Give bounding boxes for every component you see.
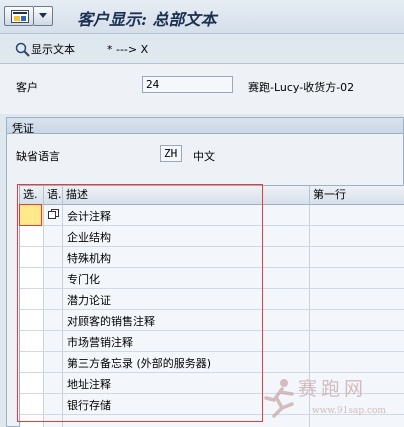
row-description-cell: 会计注释 bbox=[63, 205, 310, 225]
column-header-first-line[interactable]: 第一行 bbox=[310, 186, 404, 205]
row-first-line-cell[interactable] bbox=[310, 226, 404, 246]
table-row[interactable]: 潜力论证 bbox=[20, 289, 404, 310]
row-select-cell[interactable] bbox=[20, 289, 44, 309]
row-select-cell[interactable] bbox=[20, 352, 44, 372]
row-select-cell[interactable] bbox=[20, 247, 44, 267]
row-first-line-cell[interactable] bbox=[310, 310, 404, 330]
menu-icon bbox=[11, 10, 29, 23]
default-language-name: 中文 bbox=[193, 150, 215, 163]
table-row[interactable]: 第三方备忘录 (外部的服务器) bbox=[20, 352, 404, 373]
table-row[interactable]: 市场营销注释 bbox=[20, 331, 404, 352]
row-select-cell[interactable] bbox=[20, 268, 44, 288]
chevron-down-icon bbox=[39, 13, 47, 18]
row-first-line-cell[interactable] bbox=[310, 205, 404, 225]
row-select-cell[interactable] bbox=[20, 310, 44, 330]
row-description: 潜力论证 bbox=[67, 294, 111, 307]
row-description: 市场营销注释 bbox=[67, 336, 133, 349]
row-language-cell[interactable] bbox=[44, 331, 63, 351]
menu-dropdown-button[interactable] bbox=[34, 6, 53, 26]
window-title: 客户显示: 总部文本 bbox=[77, 10, 217, 29]
display-text-button[interactable]: 显示文本 bbox=[15, 41, 75, 57]
table-header: 选. 语. 描述 第一行 bbox=[20, 186, 404, 205]
row-select-cell[interactable] bbox=[20, 226, 44, 246]
watermark-url: www.91sap.com bbox=[312, 406, 386, 416]
row-language-cell[interactable] bbox=[44, 394, 63, 414]
row-language-cell[interactable] bbox=[44, 268, 63, 288]
row-language-cell[interactable] bbox=[44, 289, 63, 309]
row-description-cell: 对顾客的销售注释 bbox=[63, 310, 310, 330]
row-description-cell: 市场营销注释 bbox=[63, 331, 310, 351]
row-language-cell[interactable] bbox=[44, 226, 63, 246]
column-header-select[interactable]: 选. bbox=[20, 186, 44, 205]
row-description: 企业结构 bbox=[67, 231, 111, 244]
row-description: 特殊机构 bbox=[67, 252, 111, 265]
table-row[interactable]: 特殊机构 bbox=[20, 247, 404, 268]
column-header-description[interactable]: 描述 bbox=[63, 186, 310, 205]
row-language-cell[interactable] bbox=[44, 373, 63, 393]
row-select-cell[interactable] bbox=[20, 331, 44, 351]
row-description-cell: 潜力论证 bbox=[63, 289, 310, 309]
menu-button[interactable] bbox=[4, 6, 34, 26]
copy-icon[interactable] bbox=[48, 209, 59, 219]
row-select-cell[interactable] bbox=[20, 394, 44, 414]
customer-name: 赛跑-Lucy-收货方-02 bbox=[248, 81, 355, 94]
row-first-line-cell[interactable] bbox=[310, 247, 404, 267]
row-description: 对顾客的销售注释 bbox=[67, 315, 155, 328]
row-description: 银行存储 bbox=[67, 399, 111, 412]
row-language-cell[interactable] bbox=[44, 415, 63, 427]
row-select-cell[interactable] bbox=[20, 373, 44, 393]
row-description: 第三方备忘录 (外部的服务器) bbox=[67, 357, 212, 370]
watermark: 赛跑网 www.91sap.com bbox=[262, 372, 404, 427]
customer-field[interactable]: 24 bbox=[142, 76, 233, 93]
row-description: 会计注释 bbox=[67, 210, 111, 223]
row-description-cell: 企业结构 bbox=[63, 226, 310, 246]
arrow-label: * ---> X bbox=[107, 42, 149, 56]
row-language-cell[interactable] bbox=[44, 247, 63, 267]
table-row[interactable]: 企业结构 bbox=[20, 226, 404, 247]
display-text-label: 显示文本 bbox=[31, 43, 75, 56]
row-language-cell[interactable] bbox=[44, 310, 63, 330]
display-icon bbox=[15, 42, 30, 57]
runner-logo-icon bbox=[264, 379, 294, 418]
watermark-text: 赛跑网 bbox=[298, 378, 368, 400]
default-language-label: 缺省语言 bbox=[16, 150, 60, 163]
row-language-cell[interactable] bbox=[44, 205, 63, 225]
title-bar: 客户显示: 总部文本 bbox=[0, 0, 404, 34]
row-description-cell: 特殊机构 bbox=[63, 247, 310, 267]
row-first-line-cell[interactable] bbox=[310, 289, 404, 309]
customer-label: 客户 bbox=[16, 81, 38, 94]
table-row[interactable]: 对顾客的销售注释 bbox=[20, 310, 404, 331]
application-toolbar: 显示文本 * ---> X bbox=[0, 34, 404, 64]
arrow-button[interactable]: * ---> X bbox=[107, 41, 148, 57]
table-row[interactable]: 会计注释 bbox=[20, 205, 404, 226]
row-description-cell: 第三方备忘录 (外部的服务器) bbox=[63, 352, 310, 372]
row-select-cell[interactable] bbox=[20, 415, 44, 427]
table-row[interactable]: 专门化 bbox=[20, 268, 404, 289]
voucher-group-header: 凭证 bbox=[7, 118, 403, 135]
column-header-language[interactable]: 语. bbox=[44, 186, 63, 205]
row-first-line-cell[interactable] bbox=[310, 331, 404, 351]
row-first-line-cell[interactable] bbox=[310, 268, 404, 288]
row-language-cell[interactable] bbox=[44, 352, 63, 372]
row-description: 专门化 bbox=[67, 273, 100, 286]
row-first-line-cell[interactable] bbox=[310, 352, 404, 372]
default-language-field[interactable]: ZH bbox=[160, 145, 182, 162]
row-select-cell[interactable] bbox=[20, 205, 44, 225]
voucher-group-title: 凭证 bbox=[12, 122, 34, 135]
customer-header: 客户 24 赛跑-Lucy-收货方-02 bbox=[0, 64, 404, 114]
row-description: 地址注释 bbox=[67, 378, 111, 391]
row-description-cell: 专门化 bbox=[63, 268, 310, 288]
